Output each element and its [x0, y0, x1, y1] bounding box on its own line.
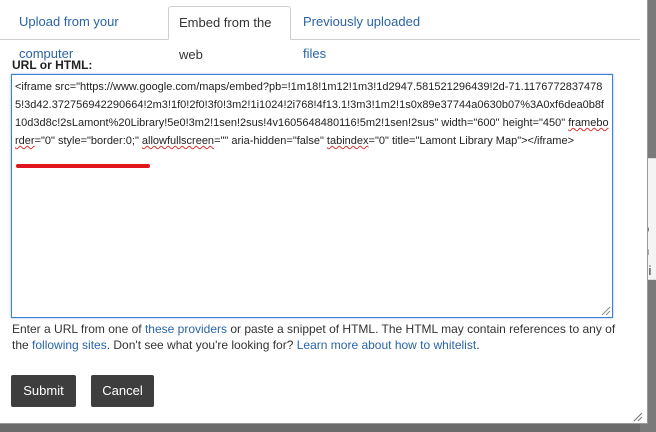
textarea-text: ></iframe>: [521, 135, 575, 147]
url-html-label: URL or HTML:: [12, 58, 93, 72]
tab-previously-uploaded[interactable]: Previously uploaded files: [293, 6, 443, 61]
embed-dialog: Upload from your computer Embed from the…: [0, 0, 648, 424]
tab-bar: Upload from your computer Embed from the…: [0, 6, 640, 62]
textarea-text: ="" aria-hidden="false": [214, 135, 327, 147]
whitelist-link[interactable]: Learn more about how to whitelist: [297, 338, 476, 352]
submit-button[interactable]: Submit: [11, 375, 76, 407]
providers-link[interactable]: these providers: [145, 322, 227, 336]
textarea-text: ="0": [368, 135, 392, 147]
textarea-text: <iframe src="https://www.google.com/maps…: [15, 81, 604, 129]
cancel-button[interactable]: Cancel: [91, 375, 154, 407]
title-attribute-highlight: title="Lamont Library Map": [391, 135, 522, 147]
help-text-part: . Don't see what you're looking for?: [106, 338, 297, 352]
help-text-part: .: [476, 338, 480, 352]
spellcheck-word: tabindex: [326, 135, 369, 147]
help-text-part: Enter a URL from one of: [12, 322, 145, 336]
url-html-textarea[interactable]: <iframe src="https://www.google.com/maps…: [11, 74, 613, 318]
help-text: Enter a URL from one of these providers …: [12, 321, 628, 353]
textarea-resize-grip-icon[interactable]: [601, 306, 611, 316]
tab-embed-web[interactable]: Embed from the web: [168, 6, 291, 62]
red-annotation-underline: [16, 164, 150, 168]
textarea-text: ="0" style="border:0;": [34, 135, 142, 147]
tab-upload-computer[interactable]: Upload from your computer: [9, 6, 168, 61]
dialog-resize-handle-icon[interactable]: [633, 412, 643, 422]
following-sites-link[interactable]: following sites: [32, 338, 107, 352]
spellcheck-word: allowfullscreen: [141, 135, 215, 147]
